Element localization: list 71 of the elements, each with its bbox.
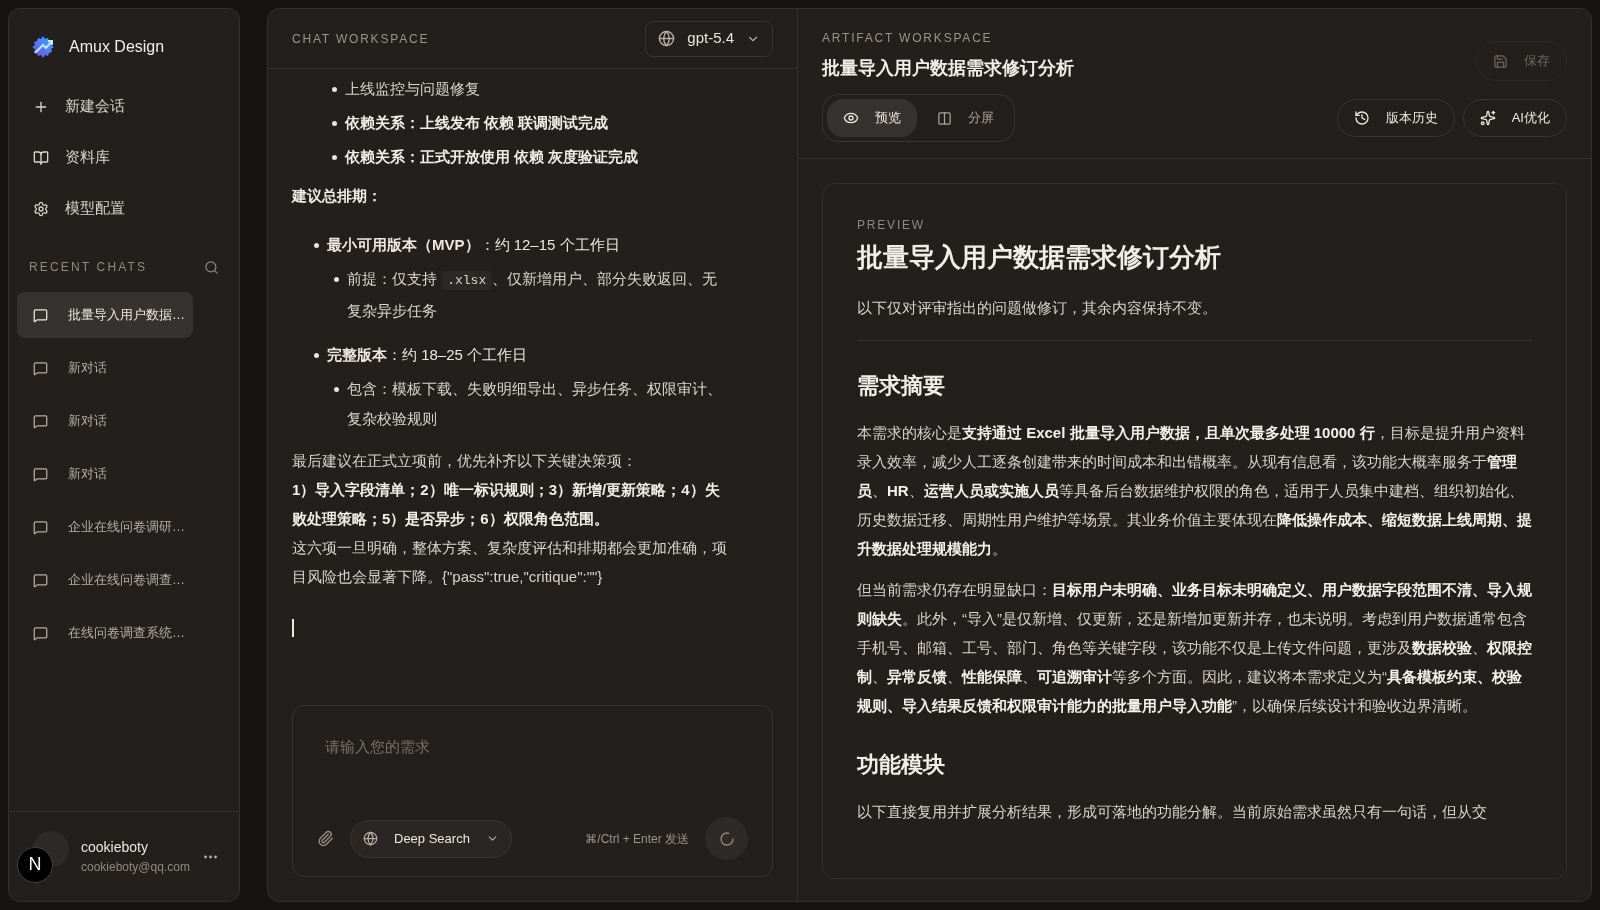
preview-label: PREVIEW xyxy=(857,217,926,234)
panel-title: ARTIFACT WORKSPACE xyxy=(822,30,994,47)
book-icon xyxy=(33,149,49,166)
globe-icon xyxy=(658,30,676,47)
list-item-text: 上线监控与问题修复 xyxy=(345,79,480,99)
list-item-text: 前提：仅支持 .xlsx 、仅新增用户、部分失败返回、无复杂异步任务 xyxy=(347,269,719,321)
sparkles-icon xyxy=(1479,110,1496,126)
chat-item[interactable]: 新对话 xyxy=(17,398,193,444)
bullet-icon xyxy=(314,242,319,248)
nav-item[interactable]: 模型配置 xyxy=(21,183,227,234)
chat-icon xyxy=(33,466,48,482)
intro-text: 以下仅对评审指出的问题做修订，其余内容保持不变。 xyxy=(857,298,1218,318)
bullet-icon xyxy=(334,387,339,392)
user-name: cookieboty xyxy=(81,838,149,857)
eye-icon xyxy=(843,110,859,126)
list-item-text: 包含：模板下载、失败明细导出、异步任务、权限审计、复杂校验规则 xyxy=(347,379,723,429)
model-select[interactable]: gpt-5.4 xyxy=(645,20,773,57)
bullet-icon xyxy=(314,352,319,358)
chat-icon xyxy=(33,625,48,641)
chat-item[interactable]: 企业在线问卷调研… xyxy=(17,504,193,550)
user-email: cookieboty@qq.com xyxy=(81,859,190,876)
message-text: 建议总排期： xyxy=(292,186,383,206)
body-paragraph: 以下直接复用并扩展分析结果，形成可落地的功能分解。当前原始需求虽然只有一句话，但从交 xyxy=(857,801,1488,822)
brand-name: Amux Design xyxy=(69,37,165,57)
save-icon xyxy=(1493,53,1508,69)
history-icon xyxy=(1353,110,1370,126)
view-tab[interactable]: 分屏 xyxy=(921,99,1010,137)
message-text: 最后建议在正式立项前，优先补齐以下关键决策项： xyxy=(292,451,638,471)
section-heading: 功能模块 xyxy=(857,750,946,779)
globe-icon xyxy=(363,831,378,846)
message-input[interactable]: 请输入您的需求 xyxy=(317,726,748,766)
section-title: RECENT CHATS xyxy=(29,259,148,276)
chat-item[interactable]: 在线问卷调查系统… xyxy=(17,610,193,656)
bullet-icon xyxy=(334,277,339,282)
chat-item[interactable]: 新对话 xyxy=(17,345,193,391)
section-heading: 需求摘要 xyxy=(857,371,946,400)
chat-icon xyxy=(33,572,48,588)
paperclip-icon[interactable] xyxy=(317,830,334,847)
bullet-icon xyxy=(332,86,337,92)
chat-icon xyxy=(33,519,48,535)
chat-item[interactable]: 新对话 xyxy=(17,451,193,497)
chat-item[interactable]: 企业在线问卷调查… xyxy=(17,557,193,603)
list-item-text: 依赖关系：正式开放使用 依赖 灰度验证完成 xyxy=(345,147,639,167)
search-icon[interactable] xyxy=(204,259,219,275)
dev-badge[interactable]: N xyxy=(17,846,53,883)
panel-title: CHAT WORKSPACE xyxy=(292,30,430,48)
message-text: 这六项一旦明确，整体方案、复杂度评估和排期都会更加准确，项目风险也会显著下降。{"pass":true,"critique":""} xyxy=(292,538,728,587)
nav-item[interactable]: 新建会话 xyxy=(21,81,227,132)
spinner-icon xyxy=(718,830,735,847)
split-view-icon xyxy=(937,110,952,126)
chat-icon xyxy=(33,413,48,429)
list-item-text: 依赖关系：上线发布 依赖 联调测试完成 xyxy=(345,113,609,133)
text-cursor xyxy=(292,619,294,637)
view-tab[interactable]: 预览 xyxy=(827,99,917,137)
body-paragraph: 但当前需求仍存在明显缺口：目标用户未明确、业务目标未明确定义、用户数据字段范围不清、导入规则缺失。此外，“导入”是仅新增、仅更新，还是新增加更新并存，也未说明。考虑到用户数据通常包含手机号、邮箱、工号、部门、角色等关键字段，该功能不仅是上传文件问题，更涉及数据校验、权限控制、异常反馈、性能保障、可追溯审计等多个方面。因此，建议将本需求定义为“具备模板约束、校验规则、导入结果反馈和权限审计能力的批量用户导入功能”，以确保后续设计和验收边界清晰。 xyxy=(857,579,1532,716)
message-text: 1）导入字段清单；2）唯一标识规则；3）新增/更新策略；4）失败处理策略；5）是否异步；6）权限角色范围。 xyxy=(292,480,721,529)
chat-icon xyxy=(33,307,48,323)
send-button[interactable] xyxy=(705,817,748,860)
nav-item[interactable]: 资料库 xyxy=(21,132,227,183)
shortcut-hint: ⌘/Ctrl + Enter 发送 xyxy=(585,830,689,848)
preview-title: 批量导入用户数据需求修订分析 xyxy=(857,241,1222,274)
body-paragraph: 本需求的核心是支持通过 Excel 批量导入用户数据，且单次最多处理 10000 行，目标是提升用户资料录入效率，减少人工逐条创建带来的时间成本和出错概率。从现有信息看，该功能大概率服务于管理员、HR、运营人员或实施人员等具备后台数据维护权限的角色，适用于人员集中建档、组织初始化、历史数据迁移、周期性用户维护等场景。其业务价值主要体现在降低操作成本、缩短数据上线周期、提升数据处理规模能力。 xyxy=(857,422,1532,559)
bullet-icon xyxy=(332,154,337,160)
document-title: 批量导入用户数据需求修订分析 xyxy=(822,57,1074,80)
list-item-text: 最小可用版本（MVP）：约 12–15 个工作日 xyxy=(327,235,620,255)
list-item-text: 完整版本：约 18–25 个工作日 xyxy=(327,345,528,365)
mode-select[interactable]: Deep Search xyxy=(350,819,512,858)
chat-item[interactable]: 批量导入用户数据… xyxy=(17,292,193,338)
bullet-icon xyxy=(332,120,337,126)
chat-icon xyxy=(33,360,48,376)
settings-icon xyxy=(33,200,49,217)
